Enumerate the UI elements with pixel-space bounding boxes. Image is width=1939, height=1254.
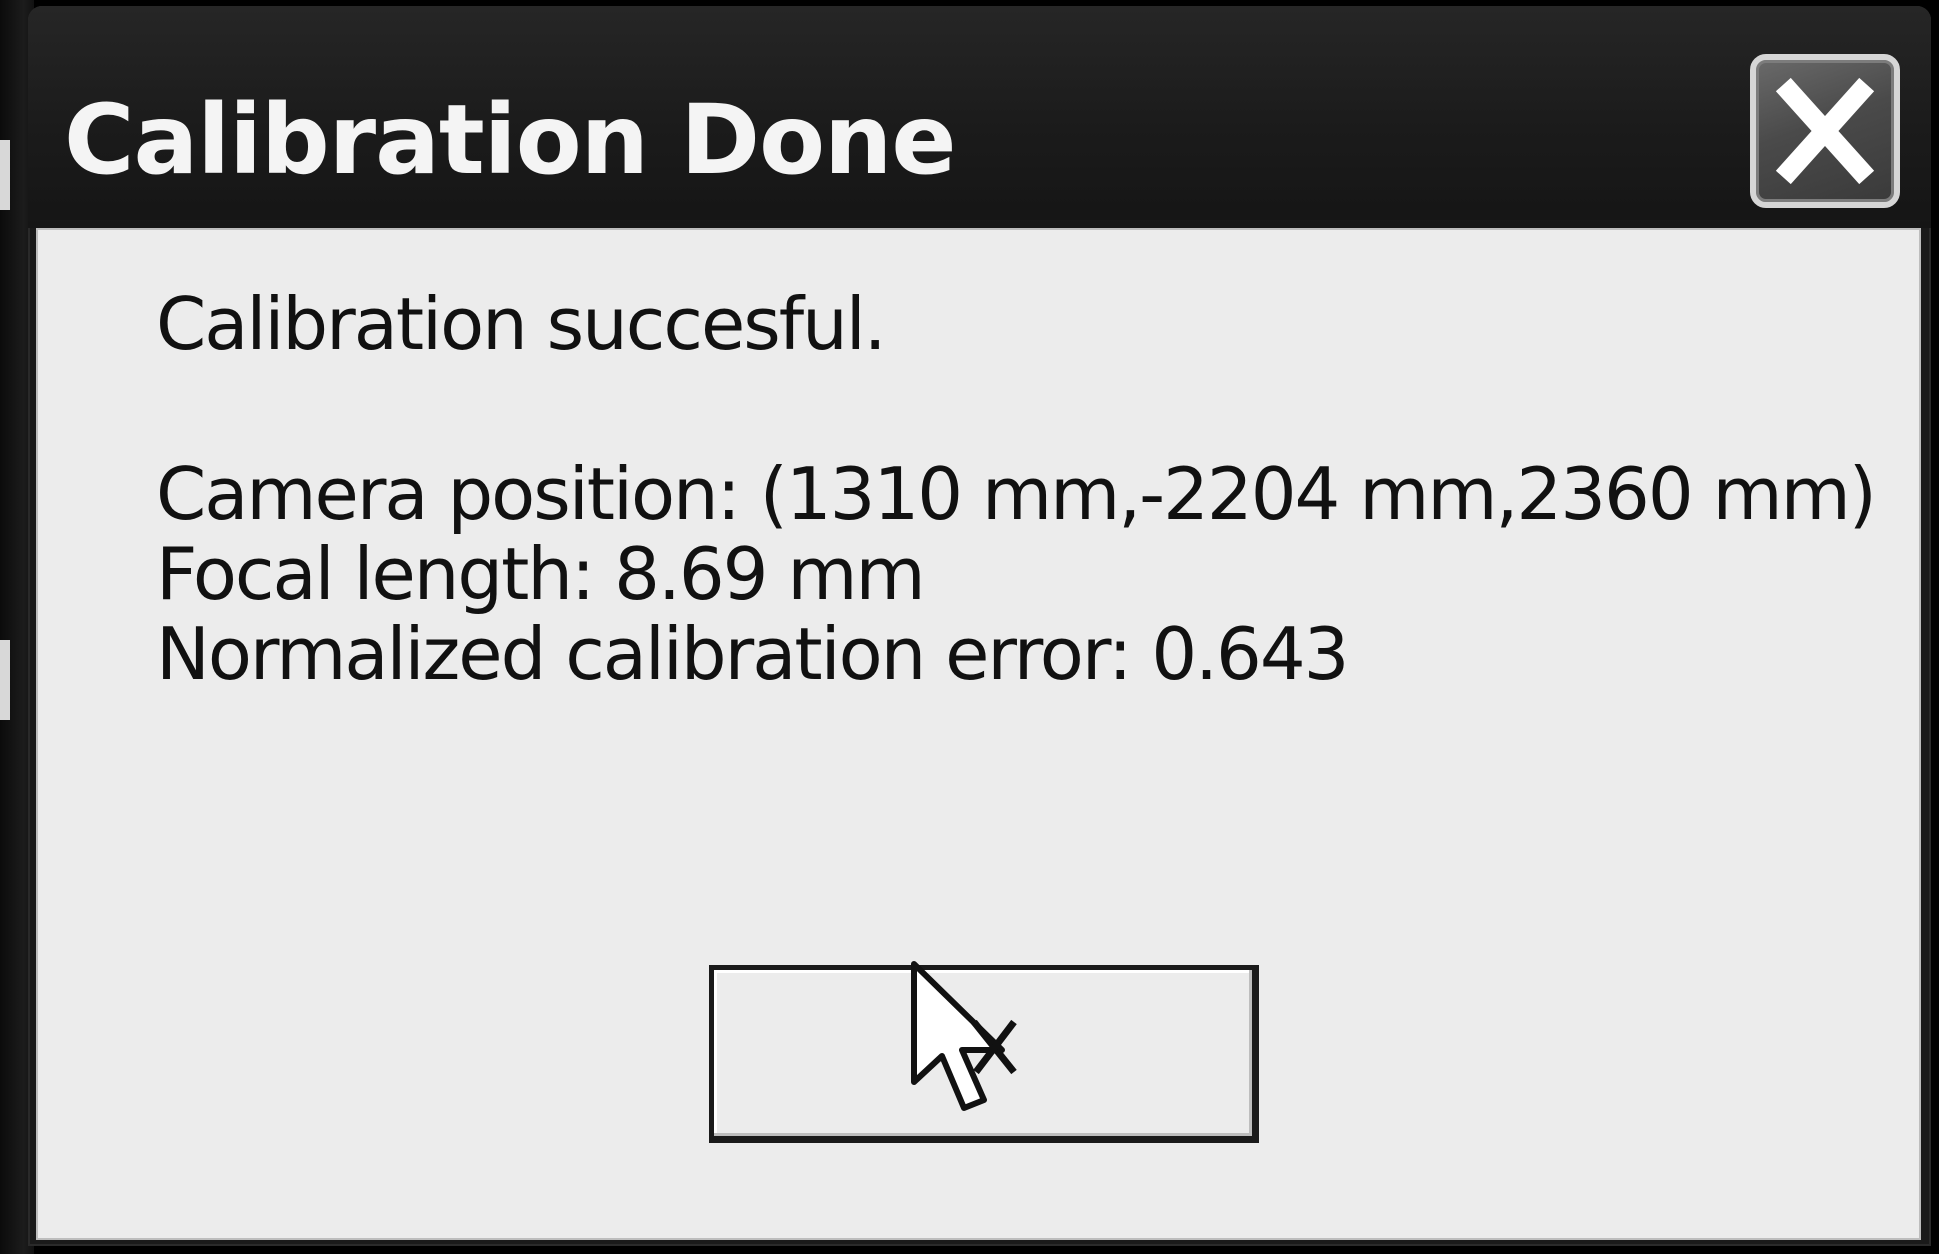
ok-button[interactable] xyxy=(709,965,1259,1143)
title-bar[interactable]: Calibration Done xyxy=(28,6,1931,228)
dialog-body: Calibration succesful. Camera position: … xyxy=(36,228,1921,1240)
calibration-dialog: Calibration Done Calibration succesful. … xyxy=(28,6,1931,1246)
screen: Calibration Done Calibration succesful. … xyxy=(0,0,1939,1254)
ok-button-label xyxy=(714,970,1252,1136)
edge-mark xyxy=(0,140,10,210)
status-message: Calibration succesful. xyxy=(156,282,887,366)
edge-mark xyxy=(0,640,10,720)
dialog-title: Calibration Done xyxy=(64,84,956,196)
calibration-error-text: Normalized calibration error: 0.643 xyxy=(156,612,1349,696)
close-icon xyxy=(1775,77,1875,185)
close-button[interactable] xyxy=(1750,54,1900,208)
